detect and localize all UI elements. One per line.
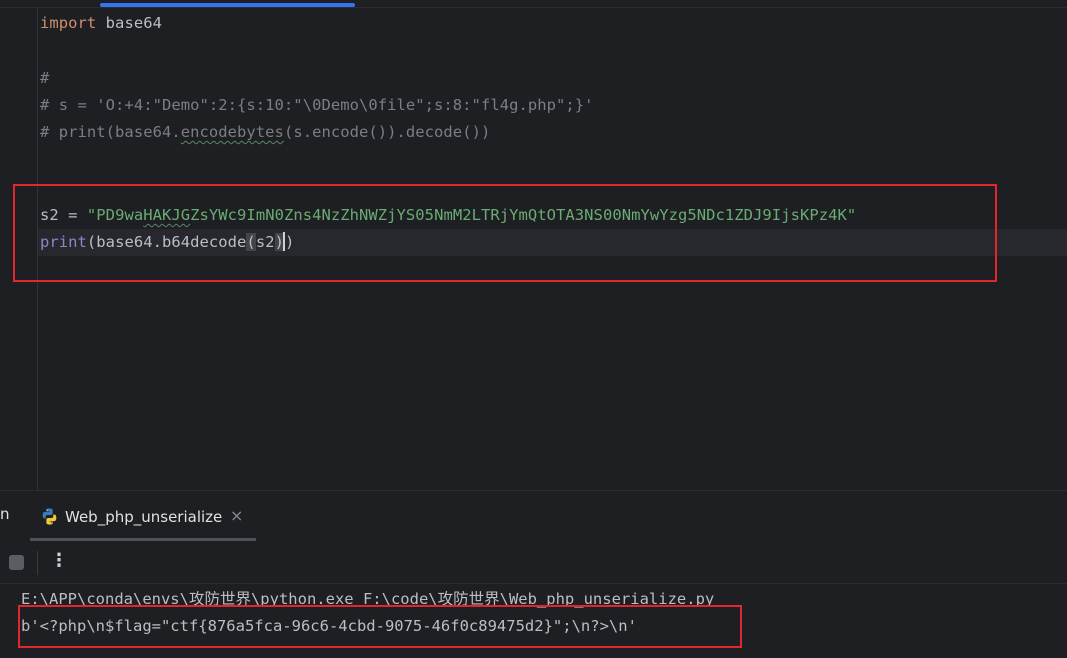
annotation-box-output <box>18 605 742 648</box>
code-line-3[interactable]: # <box>40 65 49 92</box>
stop-icon[interactable] <box>9 555 24 570</box>
comment-part: # print(base64. <box>40 123 181 141</box>
run-toolbar: ⋮ <box>0 541 1067 584</box>
code-editor[interactable]: import base64 # # s = 'O:+4:"Demo":2:{s:… <box>0 0 1067 490</box>
code-line-5[interactable]: # print(base64.encodebytes(s.encode()).d… <box>40 119 490 146</box>
code-line-4[interactable]: # s = 'O:+4:"Demo":2:{s:10:"\0Demo\0file… <box>40 92 594 119</box>
run-tab-label: Web_php_unserialize <box>65 507 223 526</box>
toolbar-separator <box>37 551 38 575</box>
close-icon[interactable]: × <box>230 506 243 525</box>
tool-window-tabs: n Web_php_unserialize × <box>0 490 1067 541</box>
comment-typo-word: encodebytes <box>180 123 284 141</box>
annotation-box-code <box>13 184 997 282</box>
module-name: base64 <box>96 14 162 32</box>
keyword-import: import <box>40 14 97 32</box>
code-line-1[interactable]: import base64 <box>40 10 162 37</box>
truncated-tab-label[interactable]: n <box>0 505 10 523</box>
run-console[interactable]: E:\APP\conda\envs\攻防世界\python.exe F:\cod… <box>0 584 1067 658</box>
more-options-icon[interactable]: ⋮ <box>50 550 68 571</box>
tab-web-php-unserialize[interactable]: Web_php_unserialize <box>30 491 256 542</box>
comment-part: (s.encode()).decode()) <box>283 123 491 141</box>
editor-top-divider <box>0 7 1067 8</box>
python-icon <box>42 508 57 525</box>
